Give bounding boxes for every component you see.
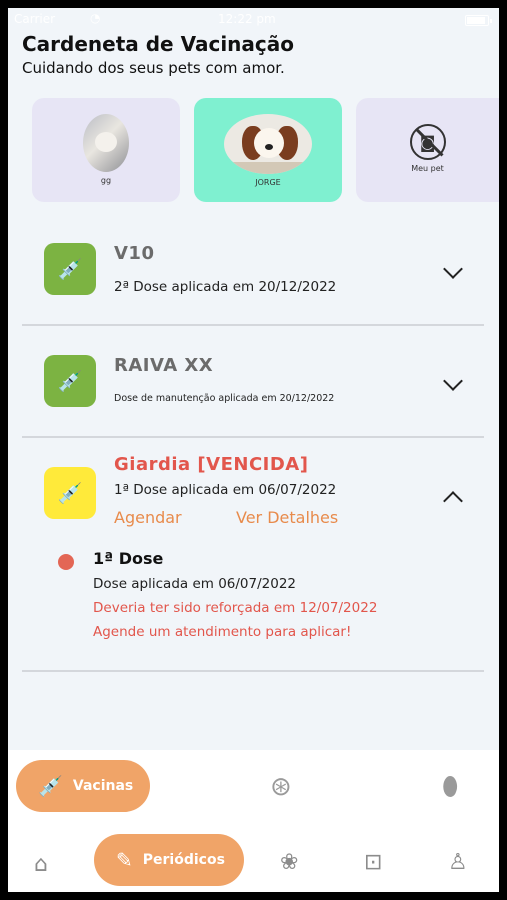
- periodic-button[interactable]: ✎ Periódicos: [94, 834, 244, 886]
- battery-icon: [465, 15, 492, 26]
- pet-name: JORGE: [255, 178, 281, 187]
- vaccine-status: Dose de manutenção aplicada em 20/12/202…: [114, 393, 335, 404]
- vaccine-name: V10: [114, 243, 155, 264]
- pet-card-meu-pet[interactable]: ◙ Meu pet: [356, 98, 499, 202]
- pills-icon[interactable]: ⊛: [270, 772, 292, 802]
- vaccine-status: 2ª Dose aplicada em 20/12/2022: [114, 279, 337, 295]
- syringe-vial-icon: 💉: [44, 243, 96, 295]
- syringe-vial-icon: 💉: [44, 467, 96, 519]
- dose-title: 1ª Dose: [93, 549, 164, 568]
- pet-card-jorge[interactable]: JORGE: [194, 98, 342, 202]
- capsule-icon[interactable]: ⬮: [442, 772, 458, 803]
- syringe-icon: 💉: [38, 774, 63, 798]
- profile-icon[interactable]: ♙: [448, 850, 468, 875]
- dose-cta: Agende um atendimento para aplicar!: [93, 624, 352, 640]
- pet-name: gg: [100, 176, 112, 185]
- flea-treatment-icon: ✎: [116, 848, 133, 872]
- vaccine-status: 1ª Dose aplicada em 06/07/2022: [114, 482, 337, 498]
- dose-applied: Dose aplicada em 06/07/2022: [93, 576, 297, 592]
- carrier-label: Carrier: [14, 12, 56, 26]
- dose-warning: Deveria ter sido reforçada em 12/07/2022: [93, 600, 378, 616]
- no-photo-icon: ◙: [409, 124, 446, 160]
- chevron-down-icon[interactable]: [443, 259, 463, 279]
- clock: 12:22 pm: [218, 12, 276, 26]
- page-title: Cardeneta de Vacinação: [22, 32, 295, 56]
- vaccines-button-label: Vacinas: [72, 778, 134, 794]
- scale-icon[interactable]: ⊡: [364, 850, 382, 875]
- pet-photo-gg: [83, 114, 129, 172]
- pet-name: Meu pet: [411, 164, 444, 173]
- pet-photo-jorge: [224, 114, 312, 174]
- vaccine-name: RAIVA XX: [114, 355, 214, 376]
- home-icon[interactable]: ⌂: [34, 852, 48, 877]
- periodic-button-label: Periódicos: [142, 852, 225, 868]
- paw-icon[interactable]: ❀: [280, 850, 298, 875]
- syringe-vial-icon: 💉: [44, 355, 96, 407]
- status-bar: Carrier ◔ 12:22 pm: [8, 8, 499, 32]
- vaccines-button[interactable]: 💉 Vacinas: [16, 760, 150, 812]
- schedule-link[interactable]: Agendar: [114, 508, 182, 527]
- vaccine-name: Giardia [VENCIDA]: [114, 454, 309, 475]
- chevron-up-icon[interactable]: [443, 491, 463, 511]
- page-subtitle: Cuidando dos seus pets com amor.: [22, 59, 285, 77]
- pet-selector: gg JORGE ◙ Meu pet: [32, 98, 499, 202]
- pet-card-gg[interactable]: gg: [32, 98, 180, 202]
- wifi-icon: ◔: [90, 11, 101, 25]
- vaccine-item-v10[interactable]: 💉 V10 2ª Dose aplicada em 20/12/2022: [22, 220, 484, 326]
- dose-status-dot: [58, 554, 74, 570]
- app-screen: Carrier ◔ 12:22 pm Cardeneta de Vacinaçã…: [8, 8, 499, 892]
- vaccine-item-raiva[interactable]: 💉 RAIVA XX Dose de manutenção aplicada e…: [22, 326, 484, 438]
- bottom-menu: 💉 Vacinas ⊛ ⬮ ⌂ ✎ Periódicos ❀ ⊡ ♙: [8, 750, 499, 892]
- chevron-down-icon[interactable]: [443, 371, 463, 391]
- details-link[interactable]: Ver Detalhes: [236, 508, 338, 527]
